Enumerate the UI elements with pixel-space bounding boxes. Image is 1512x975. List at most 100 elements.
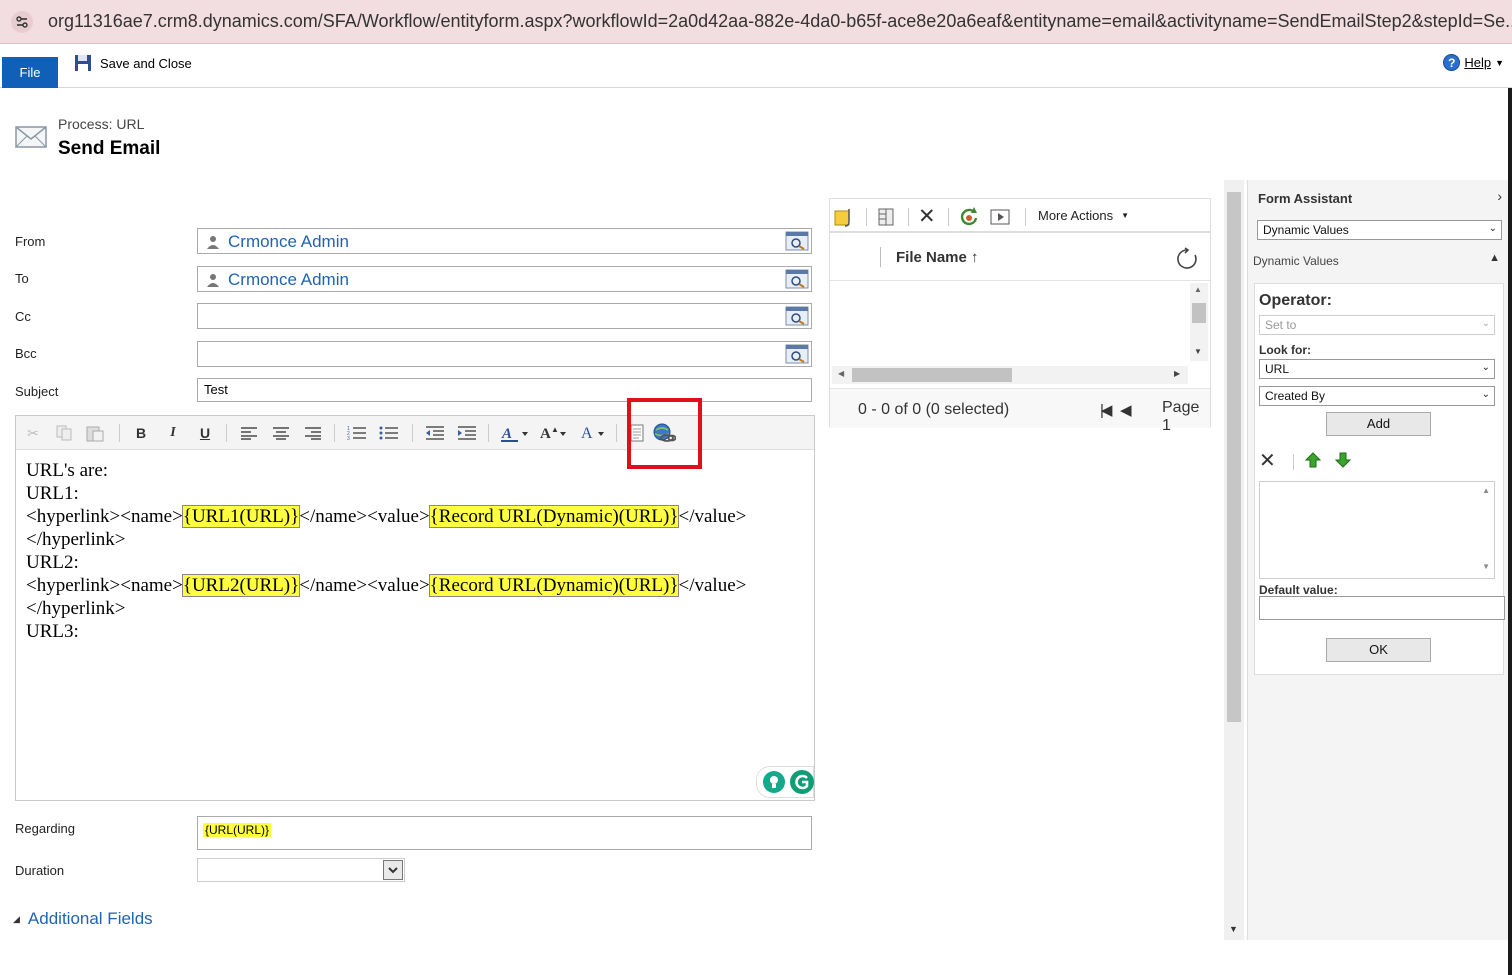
body-text: </value> [678, 506, 747, 527]
scroll-right-arrow[interactable]: ▶ [1174, 369, 1180, 378]
file-button[interactable]: File [2, 57, 58, 88]
site-settings-icon[interactable] [10, 10, 34, 34]
columns-icon[interactable] [876, 207, 896, 227]
scroll-down-arrow[interactable]: ▼ [1482, 562, 1490, 571]
scroll-thumb[interactable] [1227, 192, 1241, 722]
lookup-icon[interactable] [785, 269, 809, 289]
delete-icon[interactable]: ✕ [918, 204, 936, 229]
chevron-right-icon[interactable]: › [1497, 188, 1502, 204]
help-menu[interactable]: ? Help ▼ [1443, 54, 1504, 71]
scroll-left-arrow[interactable]: ◀ [838, 369, 844, 378]
grammarly-icon[interactable] [789, 769, 815, 795]
scroll-thumb[interactable] [852, 368, 1012, 382]
process-name: Process: URL [58, 116, 145, 132]
body-text: </value> [678, 575, 747, 596]
email-body-editor[interactable]: ✂ B I U 123 A A ▲ A URL's are: URL1: <hy… [15, 415, 815, 801]
svg-text:A: A [540, 426, 551, 442]
save-and-close-label: Save and Close [100, 55, 192, 71]
font-size-icon[interactable]: A ▲ [538, 422, 568, 444]
page-title: Send Email [58, 138, 161, 159]
italic-button[interactable]: I [164, 422, 182, 444]
body-line: </hyperlink> [26, 598, 126, 619]
play-icon[interactable] [990, 207, 1010, 227]
previous-page-icon[interactable]: ◀ [1120, 401, 1132, 419]
default-value-input[interactable] [1259, 596, 1505, 620]
refresh-icon[interactable] [1176, 247, 1200, 271]
remove-icon[interactable]: ✕ [1259, 448, 1276, 473]
look-for-entity-select[interactable]: URL ⌄ [1259, 359, 1495, 379]
regarding-field[interactable]: {URL(URL)} [197, 816, 812, 850]
scroll-up-arrow[interactable]: ▲ [1194, 285, 1202, 294]
copy-icon[interactable] [54, 422, 74, 444]
bcc-field[interactable] [197, 341, 812, 367]
ok-button[interactable]: OK [1326, 638, 1431, 662]
scroll-thumb[interactable] [1192, 303, 1206, 323]
save-and-close-button[interactable]: Save and Close [74, 52, 192, 74]
first-page-icon[interactable]: |◀ [1100, 401, 1113, 419]
more-actions-label: More Actions [1038, 208, 1114, 223]
dynamic-value-token[interactable]: {Record URL(Dynamic)(URL)} [428, 505, 680, 528]
move-up-icon[interactable] [1305, 452, 1321, 468]
record-count: 0 - 0 of 0 (0 selected) [858, 401, 1010, 418]
scroll-down-arrow[interactable]: ▼ [1229, 924, 1238, 934]
look-for-field-select[interactable]: Created By ⌄ [1259, 386, 1495, 406]
body-line: URL2: [26, 552, 79, 573]
bold-button[interactable]: B [132, 422, 150, 444]
dynamic-values-list[interactable]: ▲ ▼ [1259, 481, 1495, 579]
regarding-value[interactable]: {URL(URL)} [203, 823, 272, 837]
add-button[interactable]: Add [1326, 412, 1431, 436]
paste-icon[interactable] [84, 422, 106, 444]
collapse-up-icon[interactable]: ▲ [1489, 252, 1500, 264]
font-color-icon[interactable]: A [578, 422, 608, 444]
dynamic-value-token[interactable]: {URL2(URL)} [181, 574, 301, 597]
form-assistant-title: Form Assistant [1258, 191, 1353, 206]
body-line: URL1: [26, 483, 79, 504]
address-url[interactable]: org11316ae7.crm8.dynamics.com/SFA/Workfl… [48, 11, 1512, 32]
additional-fields-toggle[interactable]: ◢ Additional Fields [13, 909, 153, 929]
highlight-color-icon[interactable]: A [500, 422, 530, 444]
cut-icon[interactable]: ✂ [24, 422, 42, 444]
grammarly-widget[interactable] [756, 766, 814, 798]
page-number: Page 1 [1162, 399, 1200, 434]
underline-button[interactable]: U [196, 422, 214, 444]
look-for-label: Look for: [1259, 343, 1311, 357]
horizontal-scrollbar[interactable]: ◀ ▶ [832, 366, 1188, 384]
numbered-list-icon[interactable]: 123 [346, 422, 368, 444]
email-body-content[interactable]: URL's are: URL1: <hyperlink><name>{URL1(… [26, 459, 746, 643]
align-left-icon[interactable] [238, 422, 260, 444]
chevron-down-icon[interactable] [383, 860, 403, 880]
lookup-icon[interactable] [785, 344, 809, 364]
main-scrollbar[interactable]: ▼ [1224, 180, 1244, 940]
refresh-record-icon[interactable] [958, 206, 980, 228]
subject-input[interactable]: Test [197, 378, 812, 402]
align-center-icon[interactable] [270, 422, 292, 444]
more-actions-menu[interactable]: More Actions ▼ [1038, 208, 1129, 223]
cc-field[interactable] [197, 303, 812, 329]
decrease-indent-icon[interactable] [424, 422, 446, 444]
highlight-callout-box [627, 398, 702, 469]
operator-select[interactable]: Set to ⌄ [1259, 315, 1495, 335]
scroll-up-arrow[interactable]: ▲ [1482, 486, 1490, 495]
vertical-scrollbar[interactable]: ▲ ▼ [1190, 283, 1208, 361]
from-field[interactable]: Crmonce Admin [197, 228, 812, 254]
from-value[interactable]: Crmonce Admin [228, 232, 349, 252]
look-for-entity-value: URL [1265, 362, 1290, 376]
body-text: </name><value> [299, 575, 430, 596]
bullet-list-icon[interactable] [378, 422, 400, 444]
to-field[interactable]: Crmonce Admin [197, 266, 812, 292]
assistant-mode-select[interactable]: Dynamic Values ⌄ [1257, 220, 1502, 240]
scroll-down-arrow[interactable]: ▼ [1194, 347, 1202, 356]
lightbulb-icon[interactable] [762, 770, 786, 794]
dynamic-values-box: Operator: Set to ⌄ Look for: URL ⌄ Creat… [1254, 283, 1505, 675]
lookup-icon[interactable] [785, 231, 809, 251]
dynamic-value-token[interactable]: {Record URL(Dynamic)(URL)} [428, 574, 680, 597]
dynamic-value-token[interactable]: {URL1(URL)} [181, 505, 301, 528]
to-value[interactable]: Crmonce Admin [228, 270, 349, 290]
duration-select[interactable] [197, 858, 405, 882]
lookup-icon[interactable] [785, 306, 809, 326]
attach-file-icon[interactable] [833, 207, 855, 227]
align-right-icon[interactable] [302, 422, 324, 444]
column-file-name[interactable]: File Name ↑ [896, 249, 979, 266]
increase-indent-icon[interactable] [456, 422, 478, 444]
move-down-icon[interactable] [1335, 452, 1351, 468]
